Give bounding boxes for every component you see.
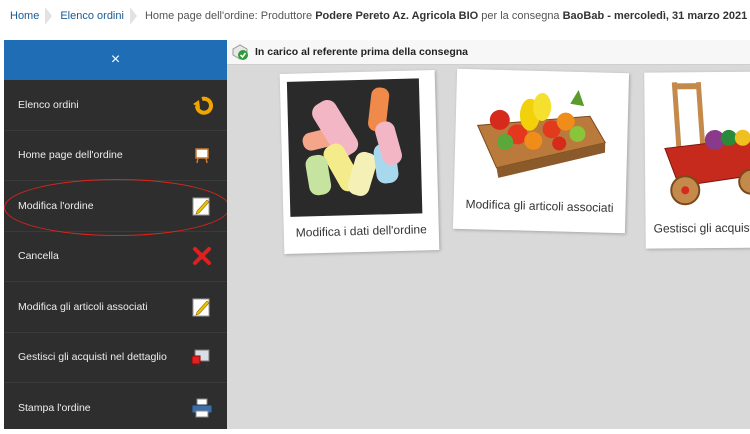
sidebar-item-label: Gestisci gli acquisti nel dettaglio [18, 351, 167, 363]
printer-icon [191, 397, 213, 419]
sidebar-item-label: Modifica gli articoli associati [18, 301, 148, 313]
breadcrumb: Home Elenco ordini Home page dell'ordine… [0, 0, 750, 32]
sidebar-item-modifica-articoli[interactable]: Modifica gli articoli associati [4, 282, 227, 333]
card-label: Gestisci gli acquisti nel dettaglio [654, 220, 750, 235]
breadcrumb-current: Home page dell'ordine: Produttore Podere… [141, 10, 749, 22]
sidebar-item-label: Cancella [18, 250, 59, 262]
sidebar-header: × [4, 40, 227, 80]
sidebar-item-elenco-ordini[interactable]: Elenco ordini [4, 80, 227, 131]
breadcrumb-current-mid: per la consegna [478, 10, 562, 22]
card-gestisci-acquisti[interactable]: Gestisci gli acquisti nel dettaglio [644, 71, 750, 248]
easel-icon [191, 144, 213, 166]
breadcrumb-separator [130, 7, 137, 25]
edit-pencil-icon [191, 195, 213, 217]
breadcrumb-delivery: BaoBab - mercoledì, 31 marzo 2021 [563, 10, 748, 22]
sidebar-menu: Elenco ordini Home page dell'ordine Modi… [4, 80, 227, 434]
sidebar-item-label: Modifica l'ordine [18, 200, 94, 212]
sidebar-item-home-ordine[interactable]: Home page dell'ordine [4, 131, 227, 182]
sidebar-item-label: Elenco ordini [18, 99, 79, 111]
status-text: In carico al referente prima della conse… [255, 46, 468, 58]
sidebar-item-modifica-ordine[interactable]: Modifica l'ordine [4, 181, 227, 232]
close-icon[interactable]: × [111, 52, 120, 68]
card-modifica-articoli[interactable]: Modifica gli articoli associati [453, 69, 629, 233]
sidebar-item-label: Stampa l'ordine [18, 402, 91, 414]
breadcrumb-producer: Podere Pereto Az. Agricola BIO [315, 10, 478, 22]
card-label: Modifica i dati dell'ordine [284, 222, 439, 240]
sidebar-item-stampa[interactable]: Stampa l'ordine [4, 383, 227, 434]
main-content: In carico al referente prima della conse… [227, 40, 750, 429]
breadcrumb-orders-link[interactable]: Elenco ordini [56, 10, 128, 22]
delete-x-icon [191, 245, 213, 267]
breadcrumb-separator [45, 7, 52, 25]
status-check-icon [231, 43, 249, 61]
breadcrumb-current-prefix: Home page dell'ordine: Produttore [145, 10, 315, 22]
fruit-crate-image [468, 75, 616, 187]
breadcrumb-home-link[interactable]: Home [6, 10, 43, 22]
edit-pencil-icon [191, 296, 213, 318]
sidebar-item-label: Home page dell'ordine [18, 149, 123, 161]
wooden-cart-image [654, 77, 750, 210]
chalk-sticks-image [287, 78, 422, 216]
sidebar-item-cancella[interactable]: Cancella [4, 232, 227, 283]
status-bar: In carico al referente prima della conse… [227, 40, 750, 65]
card-modifica-dati[interactable]: Modifica i dati dell'ordine [280, 70, 440, 254]
sidebar: × Elenco ordini Home page dell'ordine Mo… [4, 40, 227, 429]
back-arrow-icon [191, 94, 213, 116]
cart-icon [191, 346, 213, 368]
card-label: Modifica gli articoli associati [453, 197, 625, 215]
sidebar-item-gestisci-acquisti[interactable]: Gestisci gli acquisti nel dettaglio [4, 333, 227, 384]
